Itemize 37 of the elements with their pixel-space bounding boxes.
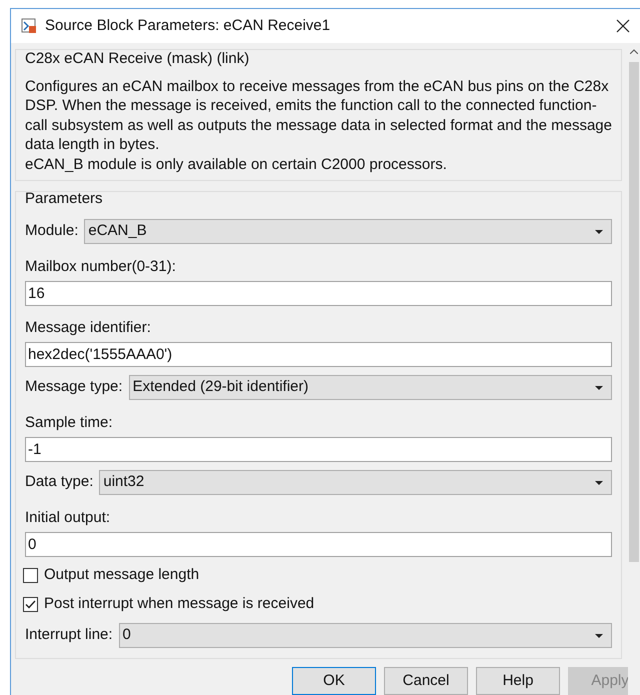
dialog-button[interactable]: OK [292,667,376,695]
input-field[interactable]: 16 [25,280,612,306]
field-label: Initial output: [25,508,112,528]
scroll-up-icon[interactable] [630,49,638,54]
window-title: Source Block Parameters: eCAN Receive1 [45,16,332,36]
checkbox[interactable] [23,596,38,612]
caret-icon [595,480,603,484]
group-title: C28x eCAN Receive (mask) (link) [25,49,250,69]
scrollbar-thumb[interactable] [629,62,639,562]
group-title: Parameters [25,189,104,209]
caret-icon [595,386,603,390]
input-field[interactable]: hex2dec('1555AAA0') [25,342,612,366]
description-text: Configures an eCAN mailbox to receive messages from the eCAN bus pins on the C28x DSP. When the message is received, emits the function call to the connected function-call subsystem as well as outputs the message data in selected format and the message data length in bytes. [25,76,612,154]
field-label: Module: [25,221,78,242]
input-field[interactable]: 0 [25,532,612,556]
field-label: Data type: [25,472,94,492]
checkbox-label: Post interrupt when message is received [44,594,314,614]
close-icon[interactable] [616,19,630,33]
dialog-button[interactable]: Cancel [384,667,468,695]
field-label: Mailbox number(0-31): [25,256,177,276]
caret-icon [595,634,603,638]
field-label: Interrupt line: [25,625,113,646]
note-text: eCAN_B module is only available on certain C2000 processors. [25,154,448,174]
dropdown[interactable]: Extended (29-bit identifier) [128,375,612,400]
field-label: Message type: [25,377,123,398]
dropdown[interactable]: eCAN_B [84,219,612,244]
dialog-button[interactable]: Help [476,667,560,695]
check-icon [25,600,36,608]
input-field[interactable]: -1 [25,436,612,462]
checkbox-label: Output message length [44,564,200,585]
field-label: Message identifier: [25,318,152,338]
field-label: Sample time: [25,412,114,432]
block-icon [21,18,37,34]
dropdown[interactable]: 0 [118,623,612,648]
caret-icon [595,230,603,234]
checkbox[interactable] [23,568,38,582]
dropdown[interactable]: uint32 [99,470,612,495]
